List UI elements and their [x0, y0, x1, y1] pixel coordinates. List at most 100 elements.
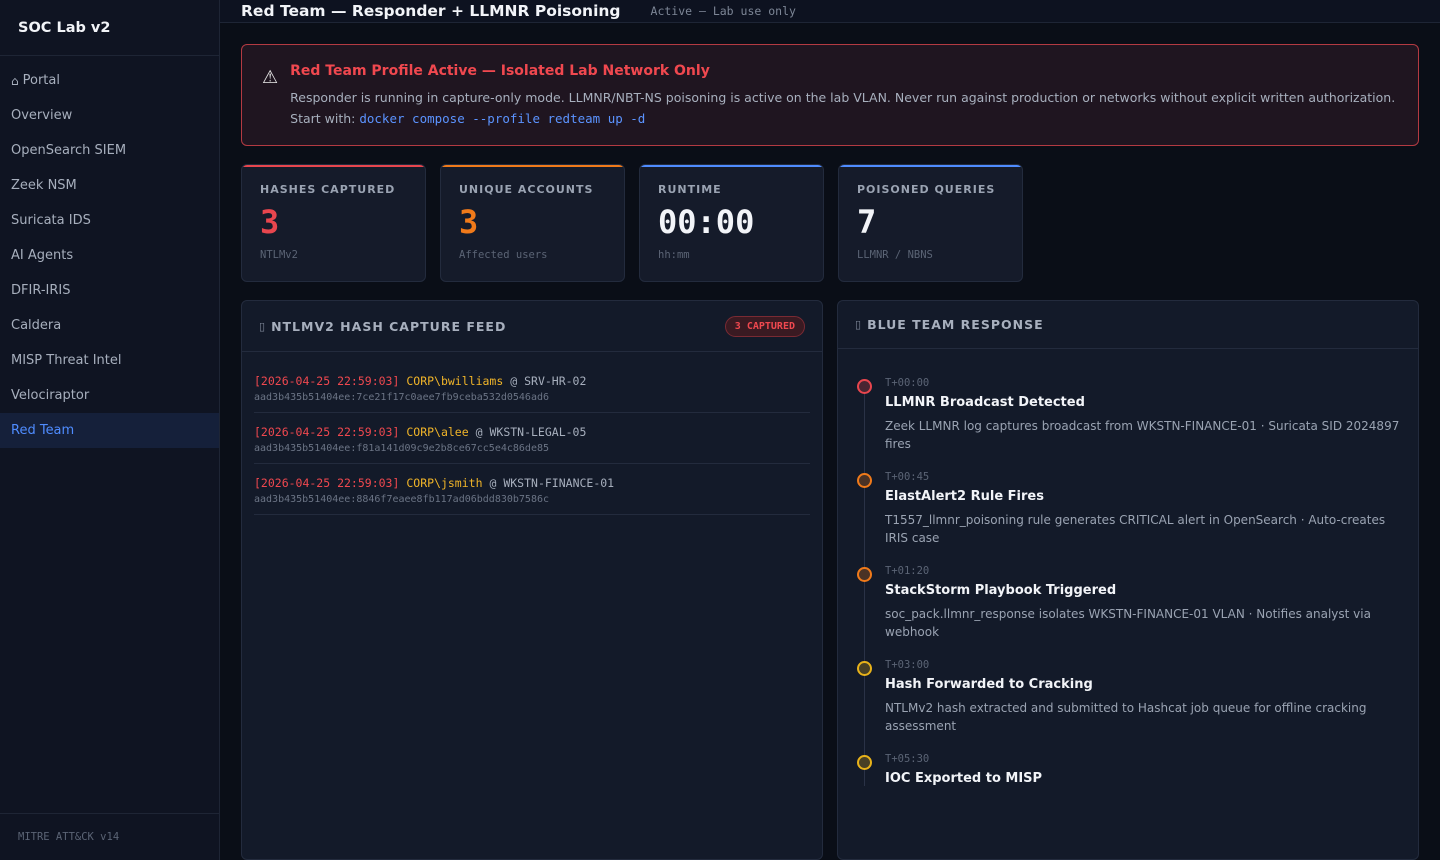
feed-line: [2026-04-25 22:59:03] CORP\bwilliams @ S…	[254, 373, 810, 389]
sidebar-item-label: Zeek NSM	[11, 178, 77, 193]
timeline-desc: Zeek LLMNR log captures broadcast from W…	[885, 419, 1400, 451]
stat-card-hashes: HASHES CAPTURED 3 NTLMv2	[241, 164, 426, 282]
sidebar-item-label: MISP Threat Intel	[11, 353, 122, 368]
stat-sub: LLMNR / NBNS	[857, 249, 933, 261]
sidebar-item-misp[interactable]: MISP Threat Intel	[0, 343, 219, 378]
sidebar-item-portal[interactable]: ⌂ Portal	[0, 63, 219, 98]
timeline-title: StackStorm Playbook Triggered	[885, 583, 1117, 598]
timeline-dot-icon	[857, 755, 872, 770]
sidebar-item-label: Caldera	[11, 318, 62, 333]
stat-label: RUNTIME	[658, 183, 722, 196]
timeline-item: T+00:00 LLMNR Broadcast Detected Zeek LL…	[855, 377, 1401, 453]
sidebar-item-label: Overview	[11, 108, 73, 123]
sidebar-nav: ⌂ Portal Overview OpenSearch SIEM Zeek N…	[0, 56, 219, 448]
feed-at: @	[489, 476, 497, 490]
warning-alert: ⚠ Red Team Profile Active — Isolated Lab…	[241, 44, 1419, 146]
sidebar-item-label: Portal	[22, 73, 60, 88]
feed-hash: aad3b435b51404ee:7ce21f17c0aee7fb9ceba53…	[254, 392, 550, 403]
sidebar-item-overview[interactable]: Overview	[0, 98, 219, 133]
stat-sub: NTLMv2	[260, 249, 298, 261]
warning-icon: ⚠	[262, 67, 279, 88]
stat-sub: hh:mm	[658, 249, 690, 261]
main: Red Team — Responder + LLMNR Poisoning A…	[220, 0, 1440, 860]
stat-label: HASHES CAPTURED	[260, 183, 396, 196]
timeline-time: T+05:30	[885, 753, 930, 765]
app: SOC Lab v2 ⌂ Portal Overview OpenSearch …	[0, 0, 1440, 860]
feed-row: [2026-04-25 22:59:03] CORP\alee @ WKSTN-…	[254, 422, 810, 464]
feed-host: SRV-HR-02	[524, 374, 587, 388]
feed-hash: aad3b435b51404ee:8846f7eaee8fb117ad06bdd…	[254, 494, 550, 505]
feed-line: [2026-04-25 22:59:03] CORP\alee @ WKSTN-…	[254, 424, 810, 440]
sidebar: SOC Lab v2 ⌂ Portal Overview OpenSearch …	[0, 0, 220, 860]
alert-text: Responder is running in capture-only mod…	[290, 87, 1400, 129]
feed-account: CORP\alee	[406, 425, 469, 439]
status-text: Active — Lab use only	[650, 4, 796, 18]
sidebar-item-ai-agents[interactable]: AI Agents	[0, 238, 219, 273]
sidebar-item-label: OpenSearch SIEM	[11, 143, 127, 158]
panel-header: ▯ NTLMV2 HASH CAPTURE FEED 3 CAPTURED	[242, 301, 822, 352]
feed-timestamp: [2026-04-25 22:59:03]	[254, 425, 400, 439]
stat-card-poisoned: POISONED QUERIES 7 LLMNR / NBNS	[838, 164, 1023, 282]
panel-title: ▯ BLUE TEAM RESPONSE	[855, 317, 1044, 332]
sidebar-item-label: Velociraptor	[11, 388, 90, 403]
page-title: Red Team — Responder + LLMNR Poisoning	[241, 2, 621, 20]
hash-feed: [2026-04-25 22:59:03] CORP\bwilliams @ S…	[242, 352, 822, 515]
timeline-time: T+03:00	[885, 659, 930, 671]
sidebar-item-velociraptor[interactable]: Velociraptor	[0, 378, 219, 413]
timeline-title: IOC Exported to MISP	[885, 771, 1043, 786]
feed-timestamp: [2026-04-25 22:59:03]	[254, 374, 400, 388]
timeline-title: LLMNR Broadcast Detected	[885, 395, 1085, 410]
feed-at: @	[510, 374, 518, 388]
stat-value: 3	[260, 203, 280, 241]
stat-card-runtime: RUNTIME 00:00 hh:mm	[639, 164, 824, 282]
feed-account: CORP\bwilliams	[406, 374, 504, 388]
timeline-dot-icon	[857, 473, 872, 488]
feed-line: [2026-04-25 22:59:03] CORP\jsmith @ WKST…	[254, 475, 810, 491]
timeline-item: T+03:00 Hash Forwarded to Cracking NTLMv…	[855, 659, 1401, 735]
panel-title: ▯ NTLMV2 HASH CAPTURE FEED	[259, 319, 506, 334]
stat-card-accounts: UNIQUE ACCOUNTS 3 Affected users	[440, 164, 625, 282]
alert-title: Red Team Profile Active — Isolated Lab N…	[290, 63, 710, 79]
timeline-dot-icon	[857, 567, 872, 582]
captured-badge: 3 CAPTURED	[724, 315, 805, 337]
timeline-title: Hash Forwarded to Cracking	[885, 677, 1093, 692]
stat-label: UNIQUE ACCOUNTS	[459, 183, 594, 196]
timeline-time: T+01:20	[885, 565, 930, 577]
sidebar-item-opensearch[interactable]: OpenSearch SIEM	[0, 133, 219, 168]
topbar: Red Team — Responder + LLMNR Poisoning A…	[220, 0, 1440, 23]
hash-feed-panel: ▯ NTLMV2 HASH CAPTURE FEED 3 CAPTURED [2…	[241, 300, 823, 860]
sidebar-item-label: AI Agents	[11, 248, 74, 263]
feed-at: @	[475, 425, 483, 439]
timeline-dot-icon	[857, 379, 872, 394]
stat-label: POISONED QUERIES	[857, 183, 996, 196]
shield-icon: ▯	[855, 318, 863, 331]
feed-row: [2026-04-25 22:59:03] CORP\bwilliams @ S…	[254, 371, 810, 413]
sidebar-item-red-team[interactable]: Red Team	[0, 413, 219, 448]
response-title: BLUE TEAM RESPONSE	[867, 317, 1044, 332]
sidebar-item-caldera[interactable]: Caldera	[0, 308, 219, 343]
feed-timestamp: [2026-04-25 22:59:03]	[254, 476, 400, 490]
feed-title: NTLMV2 HASH CAPTURE FEED	[271, 318, 507, 334]
timeline-desc: NTLMv2 hash extracted and submitted to H…	[885, 701, 1367, 733]
sidebar-item-dfir-iris[interactable]: DFIR-IRIS	[0, 273, 219, 308]
stats-row: HASHES CAPTURED 3 NTLMv2 UNIQUE ACCOUNTS…	[241, 164, 1419, 282]
response-timeline: T+00:00 LLMNR Broadcast Detected Zeek LL…	[838, 349, 1418, 786]
home-icon: ⌂	[11, 73, 19, 88]
timeline-desc: T1557_llmnr_poisoning rule generates CRI…	[885, 513, 1386, 545]
feed-host: WKSTN-LEGAL-05	[489, 425, 587, 439]
sidebar-item-label: Suricata IDS	[11, 213, 91, 228]
timeline-dot-icon	[857, 661, 872, 676]
timeline-item: T+00:45 ElastAlert2 Rule Fires T1557_llm…	[855, 471, 1401, 547]
brand-title: SOC Lab v2	[0, 0, 219, 56]
sidebar-footer: MITRE ATT&CK v14	[0, 813, 219, 860]
sidebar-item-suricata[interactable]: Suricata IDS	[0, 203, 219, 238]
sidebar-item-zeek[interactable]: Zeek NSM	[0, 168, 219, 203]
panel-header: ▯ BLUE TEAM RESPONSE	[838, 301, 1418, 349]
content: ⚠ Red Team Profile Active — Isolated Lab…	[220, 23, 1440, 860]
timeline-time: T+00:00	[885, 377, 930, 389]
timeline-item: T+05:30 IOC Exported to MISP	[855, 753, 1401, 786]
alert-body: Red Team Profile Active — Isolated Lab N…	[290, 63, 1400, 145]
sidebar-item-label: Red Team	[11, 423, 75, 438]
stat-sub: Affected users	[459, 249, 548, 261]
stat-value: 3	[459, 203, 479, 241]
